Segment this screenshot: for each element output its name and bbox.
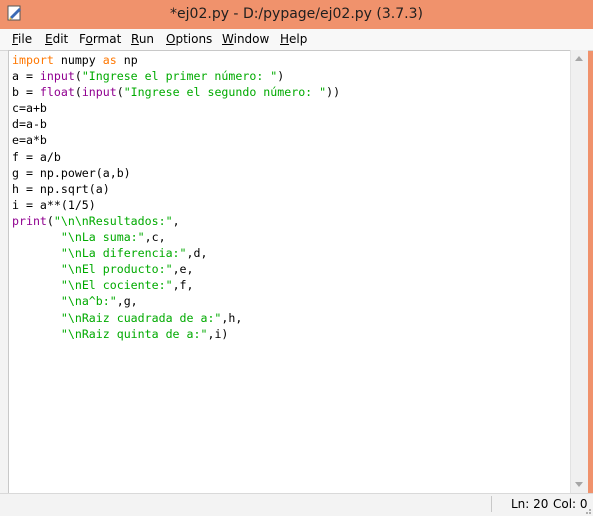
code-token: ,d, [186,246,208,261]
status-line: Ln: 20 [511,497,549,511]
code-token: i = a**(1/5) [12,197,96,212]
code-line: "\nLa diferencia:",d, [12,245,340,261]
code-token: )) [326,85,341,100]
status-separator [491,496,492,512]
code-line: print("\n\nResultados:", [12,213,340,229]
code-token: np [116,53,138,67]
status-bar: Ln: 20 Col: 0 [0,493,593,516]
code-line: "\nEl producto:",e, [12,261,340,277]
code-line: b = float(input("Ingrese el segundo núme… [12,84,340,100]
code-token: ,e, [172,262,194,277]
code-token: g = np.power(a,b) [12,165,131,180]
code-line: e=a*b [12,132,340,148]
code-token: e=a*b [12,133,47,148]
code-line: c=a+b [12,100,340,116]
code-token: ( [74,69,82,84]
code-token: f = a/b [12,149,61,164]
code-token: "\nLa diferencia:" [60,246,187,261]
code-token: "\nEl cociente:" [60,278,173,293]
code-token: input [39,69,75,84]
code-line: h = np.sqrt(a) [12,181,340,197]
code-line: "\nRaiz quinta de a:",i) [12,326,340,342]
code-token: h = np.sqrt(a) [12,181,110,196]
code-token: "\nLa suma:" [60,230,145,245]
code-token: ,i) [207,326,229,341]
code-token: ,h, [221,310,243,325]
code-token: c=a+b [12,101,47,116]
code-line: i = a**(1/5) [12,197,340,213]
scroll-down-arrow-icon[interactable] [575,482,583,487]
code-token: b = [12,85,40,100]
menu-file[interactable]: File [12,32,32,46]
code-line: import numpy as np [12,52,340,68]
code-line: a = input("Ingrese el primer número: ") [12,68,340,84]
code-token: ) [277,69,285,84]
code-line: f = a/b [12,149,340,165]
code-token: numpy [53,53,103,67]
code-token: ,g, [116,294,138,309]
menu-format[interactable]: Format [79,32,121,46]
menu-options[interactable]: Options [166,32,212,46]
menu-window[interactable]: Window [222,32,269,46]
code-token: d=a-b [12,117,47,132]
title-bar[interactable]: *ej02.py - D:/pypage/ej02.py (3.7.3) [0,0,593,29]
resize-grip-icon[interactable] [582,505,592,515]
code-token: ,f, [172,278,194,293]
code-token: ( [74,85,82,100]
code-token: "\nEl producto:" [60,262,173,277]
menu-help[interactable]: Help [280,32,307,46]
code-token: "\nRaiz quinta de a:" [60,326,208,341]
menu-bar: File Edit Format Run Options Window Help [0,29,593,51]
code-token: "Ingrese el segundo número: " [123,85,327,100]
code-line: g = np.power(a,b) [12,165,340,181]
window-title: *ej02.py - D:/pypage/ej02.py (3.7.3) [170,6,423,22]
code-token: float [39,85,75,100]
code-token: import [12,53,54,67]
code-token: "\n\nResultados:" [53,213,173,228]
code-token: as [102,53,117,67]
code-token: , [172,213,180,228]
menu-run[interactable]: Run [131,32,154,46]
code-line: d=a-b [12,116,340,132]
scroll-up-arrow-icon[interactable] [575,56,583,61]
code-token: "\na^b:" [60,294,117,309]
code-line: "\nRaiz cuadrada de a:",h, [12,310,340,326]
menu-edit[interactable]: Edit [45,32,68,46]
code-line: "\nEl cociente:",f, [12,277,340,293]
code-token: ,c, [144,230,166,245]
code-token: a = [12,69,40,84]
code-token: print [12,213,47,228]
code-line: "\nLa suma:",c, [12,229,340,245]
code-token: ( [116,85,124,100]
code-token: ( [46,213,54,228]
code-text[interactable]: import numpy as np a = input("Ingrese el … [12,52,340,342]
code-line: "\na^b:",g, [12,293,340,309]
code-editor[interactable]: import numpy as np a = input("Ingrese el … [8,50,571,495]
code-token: input [81,85,117,100]
vertical-scrollbar[interactable] [570,50,588,493]
code-token: "Ingrese el primer número: " [81,69,278,84]
code-token: "\nRaiz cuadrada de a:" [60,310,222,325]
